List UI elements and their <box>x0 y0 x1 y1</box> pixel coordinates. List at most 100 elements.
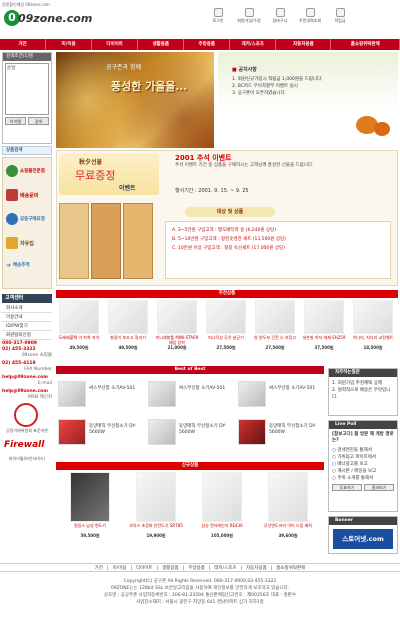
poll-option[interactable]: ○ 가위됩고 파이트에서 <box>332 454 394 461</box>
best-item[interactable]: 싸스무선청 소기AV-501 <box>56 380 144 408</box>
firewall-logo[interactable]: Firewall <box>4 440 44 450</box>
banner-box-title: Banner <box>329 517 397 525</box>
event-head: 2001 추석 이벤트 <box>175 154 232 162</box>
nav-item[interactable]: 자동차용품 <box>276 39 332 50</box>
login-icon <box>213 8 223 17</box>
points-link[interactable]: 적립금 <box>329 8 351 24</box>
service-item[interactable]: 회원탈퇴신청 <box>2 331 52 340</box>
poll-option[interactable]: ○ 검색엔진을 통해서 <box>332 447 394 454</box>
product-card[interactable]: 도배배풀팩 이 착착 자석 49,500원 <box>56 300 102 350</box>
poll-option[interactable]: ○ 계시판 / 메일을 보고 <box>332 468 394 475</box>
product-card[interactable]: 향광이 보조고 정리기 49,500원 <box>105 300 151 350</box>
best-item[interactable]: 싸스무선청 소기AV-501 <box>236 380 324 408</box>
tagline: 정말할인매장 09zone.com <box>2 2 50 7</box>
best-item[interactable]: 싸스무선청 소기AV-501 <box>146 380 234 408</box>
poll-option-label: 주위 소개를 통해서 <box>337 476 374 481</box>
pumpkin-icon <box>374 122 390 136</box>
footer-link[interactable]: 생활용품 <box>162 564 179 571</box>
best-item[interactable]: 동양매직 무선청소기 DY-5600W <box>56 418 144 446</box>
product-card[interactable]: 삼성 전자레인지 RE436 105,000원 <box>192 472 252 538</box>
poll-question: [참보고다] 몸 방문 해 개방 경로는? <box>332 432 394 443</box>
nav-item[interactable]: 미/미용 <box>46 39 93 50</box>
service-item[interactable]: 회사소개 <box>2 304 52 313</box>
banner-line2: 풍성한 가을을... <box>111 80 188 93</box>
bullet-icon: ■ <box>232 67 237 73</box>
points-icon <box>335 8 345 17</box>
product-card[interactable]: 원 원두보 건전 오 저장고 27,500원 <box>252 300 298 350</box>
join-link[interactable]: 회원가입/수정 <box>231 8 267 24</box>
best-item[interactable]: 동양매직 무선청소기 DY-5600W <box>146 418 234 446</box>
nav-item[interactable]: 주방용품 <box>184 39 231 50</box>
cart-link[interactable]: 장바구니 <box>269 8 291 24</box>
category-group-buy[interactable]: 공동구매요청 <box>6 210 48 228</box>
footer-link[interactable]: 다이어트 <box>136 564 153 571</box>
faq-item[interactable]: 1. 회원가입 추천혜택 공제 <box>332 380 394 387</box>
product-card[interactable]: 미니재봉틀 MINI-STAR9 매입 장착 21,000원 <box>154 300 200 350</box>
search-button[interactable]: 검색 <box>28 117 49 125</box>
site-logo[interactable]: 0 09zone.com <box>4 10 92 28</box>
footer-link[interactable]: 주방용품 <box>188 564 205 571</box>
event-badge[interactable]: 秋夕선물 무료증정 이벤트 <box>59 153 159 195</box>
store-banner[interactable]: 스토어넷.com <box>333 529 393 549</box>
order-link[interactable]: 주문내역조회 <box>293 8 327 24</box>
notice-box: ■ 공지사항 1. 회원신규가입시 적립금 1,000원을 드립니다. 2. B… <box>218 52 398 148</box>
footer-company: 상호명 : 공공주존 사업자등록번호 : 206-81-23594 통신판매업신… <box>103 593 297 598</box>
board-icon <box>6 237 18 249</box>
footer-link[interactable]: 레저/스포츠 <box>214 564 236 571</box>
product-image <box>206 300 246 334</box>
notice-item[interactable]: 1. 회원신규가입시 적립금 1,000원을 드립니다. <box>232 76 392 83</box>
nav-item[interactable]: 다이어트 <box>92 39 139 50</box>
nav-item[interactable]: 생활용품 <box>138 39 185 50</box>
search-textarea[interactable]: 순일 <box>5 63 49 115</box>
product-price: 105,000원 <box>211 533 233 538</box>
product-card[interactable]: 내손발 허자 체제 EH259 37,500원 <box>301 300 347 350</box>
group-buy-icon <box>6 213 18 225</box>
login-link[interactable]: 로그인 <box>207 8 229 24</box>
category-delivery[interactable]: 베송문의 <box>6 186 48 204</box>
ftc-seal-icon[interactable] <box>14 403 38 427</box>
product-image <box>108 300 148 334</box>
service-item[interactable]: ID/PW찾기 <box>2 322 52 331</box>
faq-item[interactable]: 2. 원력적으로 배송은 무엇입니다. <box>332 387 394 401</box>
product-name: 동양매직 무선청소기 DY-5600W <box>179 424 227 435</box>
service-item[interactable]: 이용안내 <box>2 313 52 322</box>
footer-link[interactable]: 홈쇼핑위탁판매 <box>276 564 305 571</box>
event-rules: A. 3~5만원 구입고객 : 평도배터라 송 (6,240원 상당) B. 5… <box>165 221 391 279</box>
vote-button[interactable]: 투표하기 <box>332 484 362 491</box>
main-banner[interactable]: 공구존과 함께 풍성한 가을을... <box>56 52 214 148</box>
nav-item[interactable]: 가전 <box>0 39 47 50</box>
poll-option-label: 계시판 / 메일을 보고 <box>337 469 377 474</box>
arrow-icon: ➔ <box>6 261 12 269</box>
product-price: 18,500원 <box>363 345 383 350</box>
seal-label: 공정거래위원회 표준약관 <box>6 428 48 433</box>
notice-item[interactable]: 2. BC카드 무이자할부 이벤트 실시 <box>232 83 392 90</box>
best-item[interactable]: 동양매직 무선청소기 DY-5600W <box>236 418 324 446</box>
footer-link[interactable]: 자동차용품 <box>246 564 267 571</box>
footer-copyright: Copyright(C) 공구존 All Rights Reserved. 08… <box>123 579 277 584</box>
notice-item[interactable]: 3. 공구존이 오픈하였습니다. <box>232 90 392 97</box>
product-card[interactable]: 무선면도프리 이어 드링 매직 39,600원 <box>258 472 318 538</box>
event-kicker: 秋夕선물 <box>79 159 103 166</box>
category-shop[interactable]: 쇼핑몰전문점 <box>6 162 48 180</box>
poll-option[interactable]: ○ 배너광고를 보고 <box>332 461 394 468</box>
nav-item[interactable]: 홈쇼핑위탁판매 <box>331 39 400 50</box>
poll-option[interactable]: ○ 주위 소개를 통해서 <box>332 475 394 482</box>
product-card[interactable]: 조아스 초음파 안전도기 SR785 19,900원 <box>126 472 186 538</box>
footer-link[interactable]: 가전 <box>95 564 103 571</box>
item-button[interactable]: 아이템 <box>5 117 26 125</box>
product-price: 59,500원 <box>80 533 100 538</box>
category-label: 자유집 <box>20 240 34 247</box>
category-tracking[interactable]: ➔ 배송추적 <box>6 258 48 272</box>
firewall-label: 파이어월(보안서비스) <box>8 456 46 461</box>
footer-ssl: 09ZONE는는 128bit SSL 보안알고리즘을 사용하여 개인정보를 안… <box>110 586 290 591</box>
footer-link[interactable]: 미/미용 <box>113 564 127 571</box>
nav-item[interactable]: 레저/스포츠 <box>230 39 277 50</box>
cart-icon <box>275 8 285 17</box>
category-free-board[interactable]: 자유집 <box>6 234 48 252</box>
product-card[interactable]: 미니탁상 무선 살균기 27,500원 <box>203 300 249 350</box>
util-label: 주문내역조회 <box>298 18 322 23</box>
results-button[interactable]: 결과보기 <box>364 484 394 491</box>
product-card[interactable]: 필립스 남성 면도기 59,500원 <box>60 472 120 538</box>
banner-line1: 공구존과 함께 <box>106 64 142 71</box>
product-card[interactable]: 이다리, 지다리 교정벨트 18,500원 <box>350 300 396 350</box>
